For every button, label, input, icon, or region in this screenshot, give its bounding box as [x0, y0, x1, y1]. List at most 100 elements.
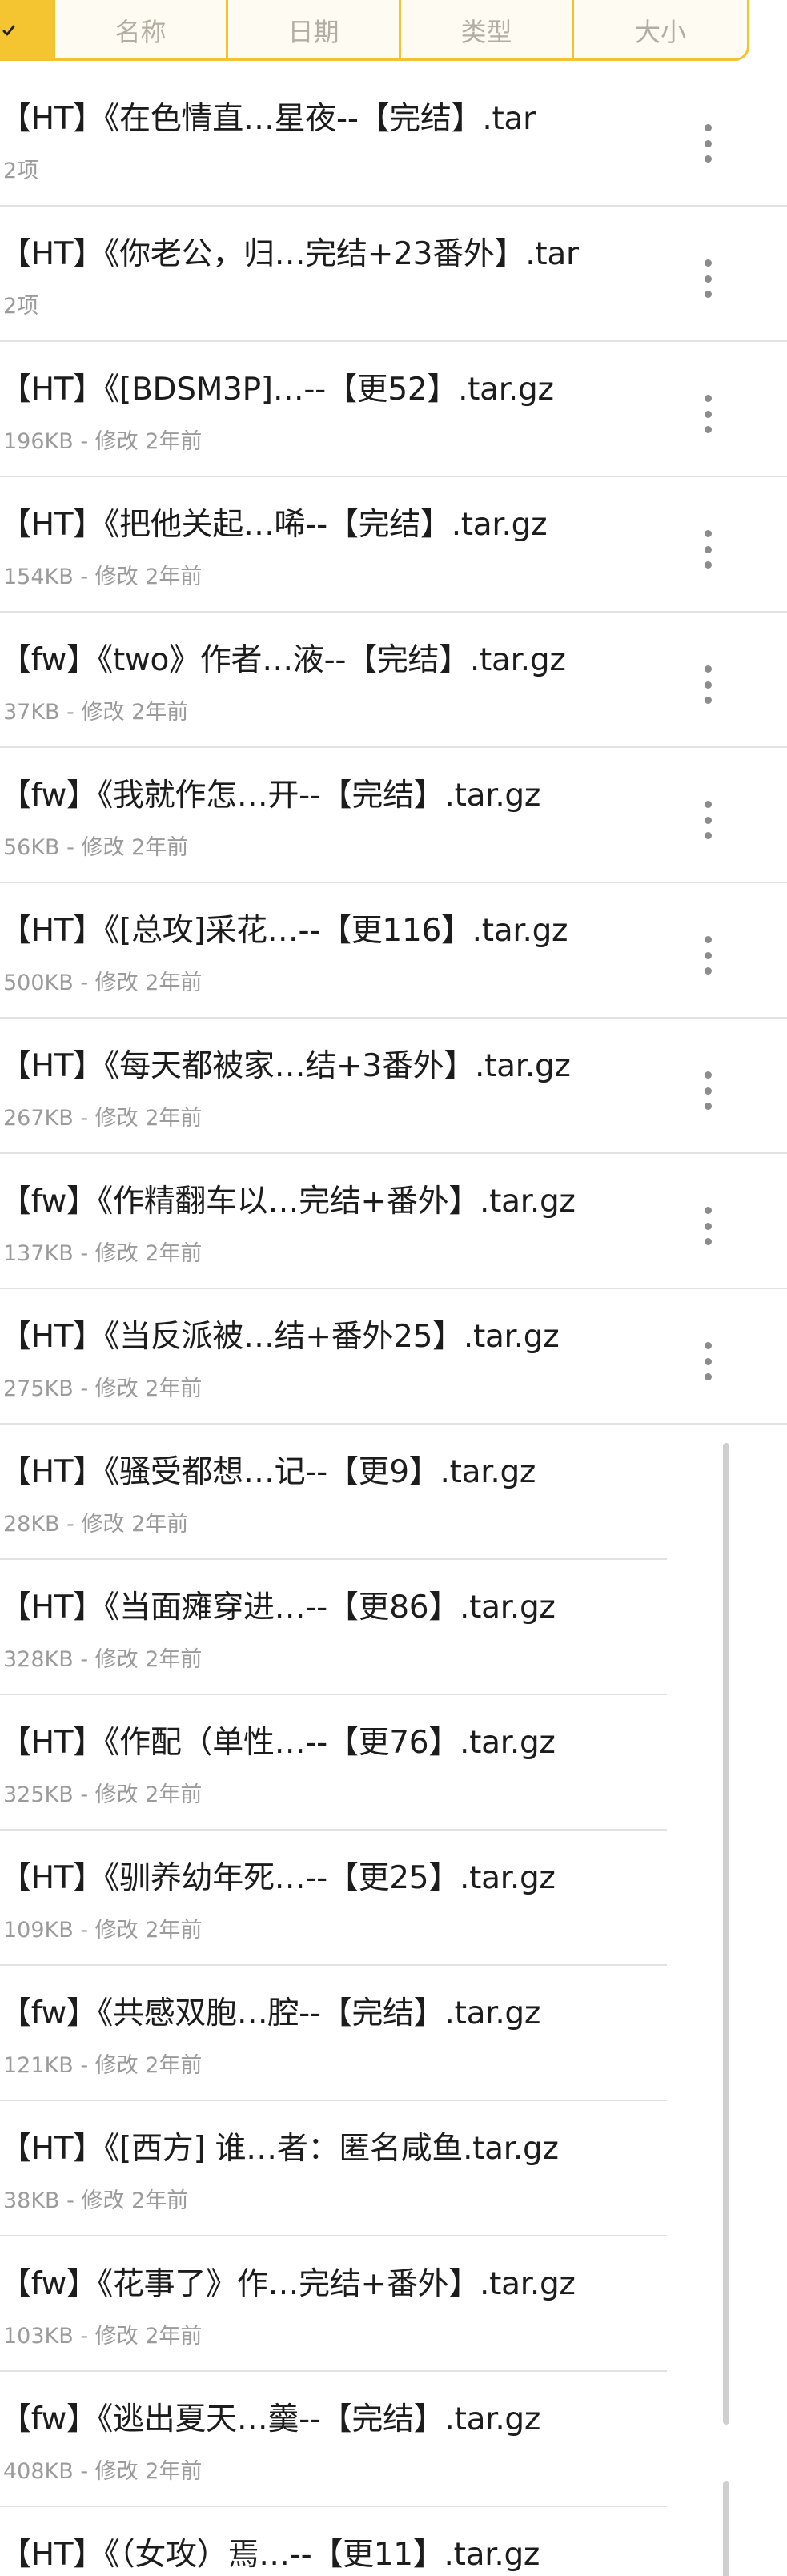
more-dot — [704, 395, 712, 402]
more-dot — [704, 1357, 712, 1365]
file-meta: 275KB - 修改 2年前 — [3, 1376, 203, 1401]
more-vert-icon[interactable] — [698, 801, 717, 839]
more-dot — [704, 697, 712, 704]
more-vert-icon[interactable] — [698, 1071, 717, 1110]
sort-tab-date[interactable]: 日期 — [228, 0, 401, 58]
more-dot — [704, 291, 712, 298]
file-meta: 154KB - 修改 2年前 — [3, 565, 203, 589]
more-dot — [704, 259, 712, 267]
file-meta: 37KB - 修改 2年前 — [3, 700, 189, 725]
more-vert-icon[interactable] — [698, 259, 717, 298]
file-name: 【HT】《当面瘫穿进…--【更86】.tar.gz — [0, 1589, 556, 1626]
more-vert-icon[interactable] — [698, 936, 717, 975]
scrollbar-thumb[interactable] — [723, 1443, 729, 2425]
file-browser-page: 名称 日期 类型 大小 【HT】《在色情直…星夜--【完结】.tar 2项 【HT】… — [0, 0, 787, 2576]
file-row[interactable]: 【HT】《你老公，归…完结+23番外】.tar 2项 — [0, 207, 787, 342]
file-name: 【fw】《作精翻车以…完结+番外】.tar.gz — [0, 1184, 576, 1220]
file-row[interactable]: 【fw】《花事了》作…完结+番外】.tar.gz 103KB - 修改 2年前 — [0, 2236, 667, 2372]
more-dot — [704, 1071, 712, 1079]
file-row[interactable]: 【HT】《作配（单性…--【更76】.tar.gz 325KB - 修改 2年前 — [0, 1695, 667, 1831]
file-name: 【fw】《共感双胞…腔--【完结】.tar.gz — [0, 1995, 541, 2031]
file-meta: 267KB - 修改 2年前 — [3, 1106, 203, 1131]
file-meta: 28KB - 修改 2年前 — [3, 1512, 189, 1537]
file-row[interactable]: 【HT】《每天都被家…结+3番外】.tar.gz 267KB - 修改 2年前 — [0, 1019, 787, 1154]
file-row[interactable]: 【HT】《在色情直…星夜--【完结】.tar 2项 — [0, 71, 787, 207]
file-name: 【HT】《[BDSM3P]…--【更52】.tar.gz — [0, 372, 554, 408]
file-name: 【HT】《每天都被家…结+3番外】.tar.gz — [0, 1048, 571, 1084]
file-row[interactable]: 【fw】《two》作者…液--【完结】.tar.gz 37KB - 修改 2年前 — [0, 613, 787, 748]
file-meta: 328KB - 修改 2年前 — [3, 1647, 203, 1672]
file-meta: 109KB - 修改 2年前 — [3, 1918, 203, 1943]
more-dot — [704, 545, 712, 553]
more-dot — [704, 139, 712, 147]
more-dot — [704, 816, 712, 824]
more-vert-icon[interactable] — [698, 1342, 717, 1380]
sort-order-toggle[interactable] — [0, 0, 55, 58]
more-dot — [704, 1238, 712, 1245]
sort-bar: 名称 日期 类型 大小 — [0, 0, 749, 61]
file-meta: 56KB - 修改 2年前 — [3, 835, 189, 860]
file-meta: 500KB - 修改 2年前 — [3, 971, 203, 995]
file-name: 【fw】《two》作者…液--【完结】.tar.gz — [0, 642, 566, 678]
sort-tab-type[interactable]: 类型 — [401, 0, 574, 58]
file-row[interactable]: 【HT】《驯养幼年死…--【更25】.tar.gz 109KB - 修改 2年前 — [0, 1831, 667, 1966]
file-meta: 408KB - 修改 2年前 — [3, 2459, 203, 2484]
file-meta: 196KB - 修改 2年前 — [3, 429, 203, 454]
file-name: 【HT】《驯养幼年死…--【更25】.tar.gz — [0, 1860, 556, 1896]
more-vert-icon[interactable] — [698, 395, 717, 433]
file-row[interactable]: 【HT】《骚受都想…记--【更9】.tar.gz 28KB - 修改 2年前 — [0, 1425, 667, 1560]
sort-tab-name[interactable]: 名称 — [55, 0, 228, 58]
file-row[interactable]: 【HT】《[西方] 谁…者：匿名咸鱼.tar.gz 38KB - 修改 2年前 — [0, 2101, 667, 2236]
more-dot — [704, 275, 712, 283]
file-meta: 121KB - 修改 2年前 — [3, 2053, 203, 2078]
more-dot — [704, 410, 712, 418]
file-row[interactable]: 【HT】《当面瘫穿进…--【更86】.tar.gz 328KB - 修改 2年前 — [0, 1560, 667, 1695]
more-dot — [704, 426, 712, 433]
file-row[interactable]: 【HT】《[总攻]采花…--【更116】.tar.gz 500KB - 修改 2年… — [0, 883, 787, 1019]
chevron-check-icon — [2, 25, 15, 36]
more-vert-icon[interactable] — [698, 530, 717, 569]
more-dot — [704, 124, 712, 131]
file-name: 【HT】《作配（单性…--【更76】.tar.gz — [0, 1725, 556, 1761]
more-dot — [704, 155, 712, 163]
file-name: 【HT】《（女攻）焉…--【更11】.tar.gz — [0, 2537, 540, 2573]
file-name: 【fw】《花事了》作…完结+番外】.tar.gz — [0, 2266, 576, 2302]
more-dot — [704, 1103, 712, 1110]
more-dot — [704, 1207, 712, 1214]
file-meta: 2项 — [3, 159, 39, 183]
scrollbar-thumb-lower[interactable] — [723, 2481, 729, 2576]
sort-tab-size[interactable]: 大小 — [574, 0, 747, 58]
more-dot — [704, 832, 712, 839]
more-dot — [704, 561, 712, 569]
more-vert-icon[interactable] — [698, 665, 717, 704]
file-meta: 2项 — [3, 294, 39, 319]
file-name: 【HT】《当反派被…结+番外25】.tar.gz — [0, 1319, 560, 1355]
more-dot — [704, 665, 712, 673]
file-name: 【HT】《在色情直…星夜--【完结】.tar — [0, 101, 536, 137]
more-dot — [704, 936, 712, 943]
more-vert-icon[interactable] — [698, 124, 717, 163]
file-meta: 38KB - 修改 2年前 — [3, 2188, 189, 2213]
file-row[interactable]: 【fw】《我就作怎…开--【完结】.tar.gz 56KB - 修改 2年前 — [0, 748, 787, 883]
more-dot — [704, 681, 712, 689]
file-meta: 325KB - 修改 2年前 — [3, 1782, 203, 1807]
file-meta: 103KB - 修改 2年前 — [3, 2324, 203, 2349]
file-name: 【fw】《逃出夏天…羹--【完结】.tar.gz — [0, 2401, 541, 2437]
more-dot — [704, 530, 712, 537]
more-vert-icon[interactable] — [698, 1207, 717, 1245]
more-dot — [704, 967, 712, 975]
file-row[interactable]: 【HT】《当反派被…结+番外25】.tar.gz 275KB - 修改 2年前 — [0, 1289, 787, 1425]
file-row[interactable]: 【HT】《[BDSM3P]…--【更52】.tar.gz 196KB - 修改 2… — [0, 342, 787, 477]
file-row[interactable]: 【fw】《作精翻车以…完结+番外】.tar.gz 137KB - 修改 2年前 — [0, 1154, 787, 1289]
file-row[interactable]: 【fw】《共感双胞…腔--【完结】.tar.gz 121KB - 修改 2年前 — [0, 1966, 667, 2101]
file-row[interactable]: 【HT】《把他关起…唏--【完结】.tar.gz 154KB - 修改 2年前 — [0, 477, 787, 613]
more-dot — [704, 801, 712, 808]
file-name: 【HT】《你老公，归…完结+23番外】.tar — [0, 236, 579, 272]
file-row[interactable]: 【fw】《逃出夏天…羹--【完结】.tar.gz 408KB - 修改 2年前 — [0, 2372, 667, 2507]
more-dot — [704, 1087, 712, 1095]
file-name: 【HT】《[总攻]采花…--【更116】.tar.gz — [0, 913, 568, 949]
more-dot — [704, 951, 712, 959]
file-row[interactable]: 【HT】《（女攻）焉…--【更11】.tar.gz — [0, 2507, 667, 2576]
more-dot — [704, 1222, 712, 1230]
more-dot — [704, 1342, 712, 1349]
